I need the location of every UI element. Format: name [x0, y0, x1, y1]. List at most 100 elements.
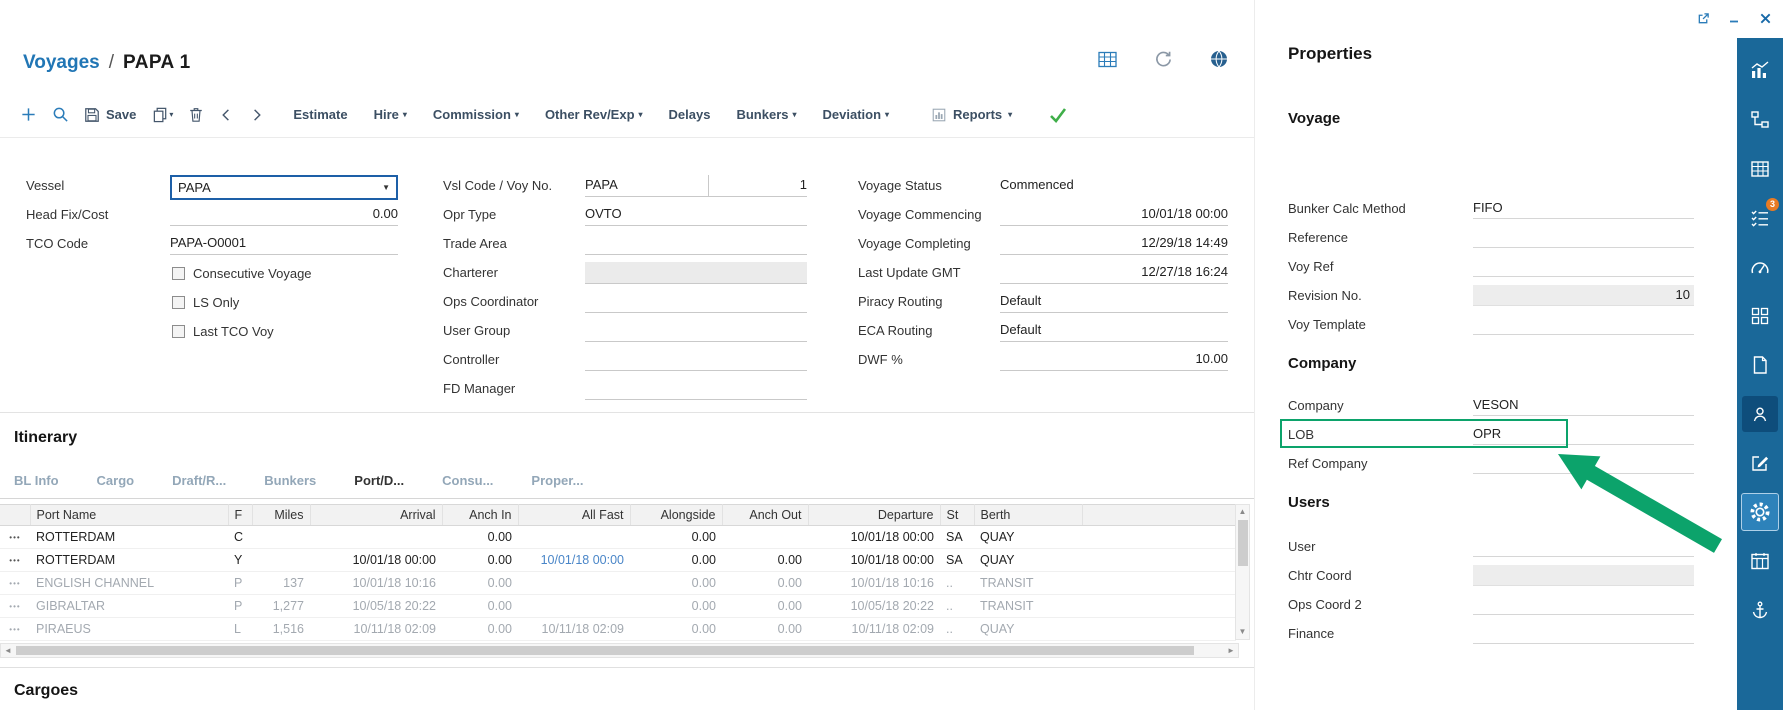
sidebar-item-workflow[interactable] — [1737, 95, 1783, 144]
add-button[interactable] — [20, 106, 37, 123]
toolbar-item-hire[interactable]: Hire▾ — [374, 107, 407, 122]
minimize-button[interactable] — [1726, 10, 1742, 26]
toolbar-item-commission[interactable]: Commission▾ — [433, 107, 519, 122]
column-header-miles[interactable]: Miles — [252, 505, 310, 526]
column-header-anch-out[interactable]: Anch Out — [722, 505, 808, 526]
delete-button[interactable] — [188, 106, 204, 123]
controller-input[interactable] — [585, 349, 807, 371]
field-value[interactable]: FIFO — [1473, 198, 1694, 219]
toolbar-item-estimate[interactable]: Estimate — [293, 107, 347, 122]
row-menu-button[interactable]: ••• — [0, 526, 30, 549]
column-header-arrival[interactable]: Arrival — [310, 505, 442, 526]
scroll-right-arrow[interactable]: ► — [1224, 644, 1238, 657]
field-value[interactable] — [1473, 536, 1694, 557]
sidebar-item-gauge[interactable] — [1737, 242, 1783, 291]
fd-manager-input[interactable] — [585, 378, 807, 400]
breadcrumb-voyages-link[interactable]: Voyages — [23, 52, 100, 74]
globe-button[interactable] — [1208, 48, 1230, 70]
vessel-select[interactable]: PAPA▼ — [170, 175, 398, 200]
scroll-left-arrow[interactable]: ◄ — [1, 644, 15, 657]
dwf-input[interactable]: 10.00 — [1000, 349, 1228, 371]
column-header-f[interactable]: F — [228, 505, 252, 526]
ops-coordinator-input[interactable] — [585, 291, 807, 313]
sidebar-item-modules[interactable] — [1737, 291, 1783, 340]
horizontal-scroll-thumb[interactable] — [16, 646, 1194, 655]
search-button[interactable] — [52, 106, 69, 123]
row-menu-button[interactable]: ••• — [0, 549, 30, 572]
reports-button[interactable]: Reports ▾ — [931, 107, 1012, 123]
row-menu-button[interactable]: ••• — [0, 572, 30, 595]
tab-cargo[interactable]: Cargo — [97, 473, 135, 488]
column-header-alongside[interactable]: Alongside — [630, 505, 722, 526]
itinerary-row[interactable]: •••ROTTERDAMC0.000.0010/01/18 00:00SAQUA… — [0, 526, 1236, 549]
grid-table-button[interactable] — [1096, 48, 1118, 70]
sync-button[interactable] — [1152, 48, 1174, 70]
itinerary-row[interactable]: •••ROTTERDAMY10/01/18 00:000.0010/01/18 … — [0, 549, 1236, 572]
trade-area-input[interactable] — [585, 233, 807, 255]
sidebar-item-tasks[interactable]: 3 — [1737, 193, 1783, 242]
toolbar-item-bunkers[interactable]: Bunkers▾ — [736, 107, 796, 122]
tco-code-input[interactable]: PAPA-O0001 — [170, 233, 398, 255]
sidebar-item-document[interactable] — [1737, 340, 1783, 389]
sidebar-item-spreadsheet[interactable] — [1737, 144, 1783, 193]
tab-draft-r-[interactable]: Draft/R... — [172, 473, 226, 488]
tab-consu-[interactable]: Consu... — [442, 473, 493, 488]
field-value[interactable] — [1473, 594, 1694, 615]
field-value[interactable]: OPR — [1473, 424, 1694, 445]
vertical-scroll-thumb[interactable] — [1238, 520, 1248, 566]
itinerary-horizontal-scrollbar[interactable]: ◄ ► — [0, 643, 1239, 658]
close-button[interactable] — [1757, 10, 1773, 26]
next-button[interactable] — [249, 107, 264, 123]
column-header-port-name[interactable]: Port Name — [30, 505, 228, 526]
field-value[interactable] — [1473, 314, 1694, 335]
row-menu-button[interactable]: ••• — [0, 618, 30, 641]
itinerary-row[interactable]: •••GIBRALTARP1,27710/05/18 20:220.000.00… — [0, 595, 1236, 618]
column-header-departure[interactable]: Departure — [808, 505, 940, 526]
charterer-input[interactable] — [585, 262, 807, 284]
toolbar-item-deviation[interactable]: Deviation▾ — [823, 107, 890, 122]
sidebar-item-port[interactable] — [1737, 585, 1783, 634]
field-value[interactable]: VESON — [1473, 395, 1694, 416]
row-menu-button[interactable]: ••• — [0, 595, 30, 618]
column-header-berth[interactable]: Berth — [974, 505, 1082, 526]
tab-bunkers[interactable]: Bunkers — [264, 473, 316, 488]
voyage-completing-input[interactable]: 12/29/18 14:49 — [1000, 233, 1228, 255]
checkbox-box[interactable] — [172, 267, 185, 280]
column-header-st[interactable]: St — [940, 505, 974, 526]
toolbar-item-other-rev-exp[interactable]: Other Rev/Exp▾ — [545, 107, 643, 122]
checkbox-box[interactable] — [172, 325, 185, 338]
column-header-all-fast[interactable]: All Fast — [518, 505, 630, 526]
itinerary-vertical-scrollbar[interactable]: ▲ ▼ — [1235, 504, 1250, 640]
copy-button[interactable]: ▾ — [152, 106, 173, 123]
scroll-up-arrow[interactable]: ▲ — [1236, 505, 1249, 519]
column-header-anch-in[interactable]: Anch In — [442, 505, 518, 526]
tab-proper-[interactable]: Proper... — [531, 473, 583, 488]
itinerary-row[interactable]: •••PIRAEUSL1,51610/11/18 02:090.0010/11/… — [0, 618, 1236, 641]
piracy-routing-input[interactable]: Default — [1000, 291, 1228, 313]
cell-departure[interactable]: 10/11/18 02:09 — [808, 618, 940, 641]
eca-routing-input[interactable]: Default — [1000, 320, 1228, 342]
cell-all_fast[interactable]: 10/01/18 00:00 — [518, 549, 630, 572]
tab-port-d-[interactable]: Port/D... — [354, 473, 404, 488]
field-value[interactable] — [1473, 453, 1694, 474]
field-value[interactable] — [1473, 623, 1694, 644]
vsl-code-input[interactable]: PAPA — [585, 175, 709, 197]
cell-all_fast[interactable]: 10/11/18 02:09 — [518, 618, 630, 641]
toolbar-item-delays[interactable]: Delays — [669, 107, 711, 122]
itinerary-row[interactable]: •••ENGLISH CHANNELP13710/01/18 10:160.00… — [0, 572, 1236, 595]
save-button[interactable]: Save — [84, 107, 136, 123]
voyage-commencing-input[interactable]: 10/01/18 00:00 — [1000, 204, 1228, 226]
prev-button[interactable] — [219, 107, 234, 123]
sidebar-item-schedule[interactable] — [1737, 536, 1783, 585]
field-value[interactable] — [1473, 256, 1694, 277]
sidebar-item-analytics[interactable] — [1737, 46, 1783, 95]
head-fix-cost-input[interactable]: 0.00 — [170, 204, 398, 226]
voy-no-input[interactable]: 1 — [709, 175, 807, 197]
scroll-down-arrow[interactable]: ▼ — [1236, 625, 1249, 639]
tab-bl-info[interactable]: BL Info — [14, 473, 59, 488]
sidebar-item-contacts[interactable] — [1737, 389, 1783, 438]
validate-button[interactable] — [1048, 106, 1068, 124]
field-value[interactable] — [1473, 227, 1694, 248]
sidebar-item-settings[interactable] — [1737, 487, 1783, 536]
popout-button[interactable] — [1695, 10, 1711, 26]
